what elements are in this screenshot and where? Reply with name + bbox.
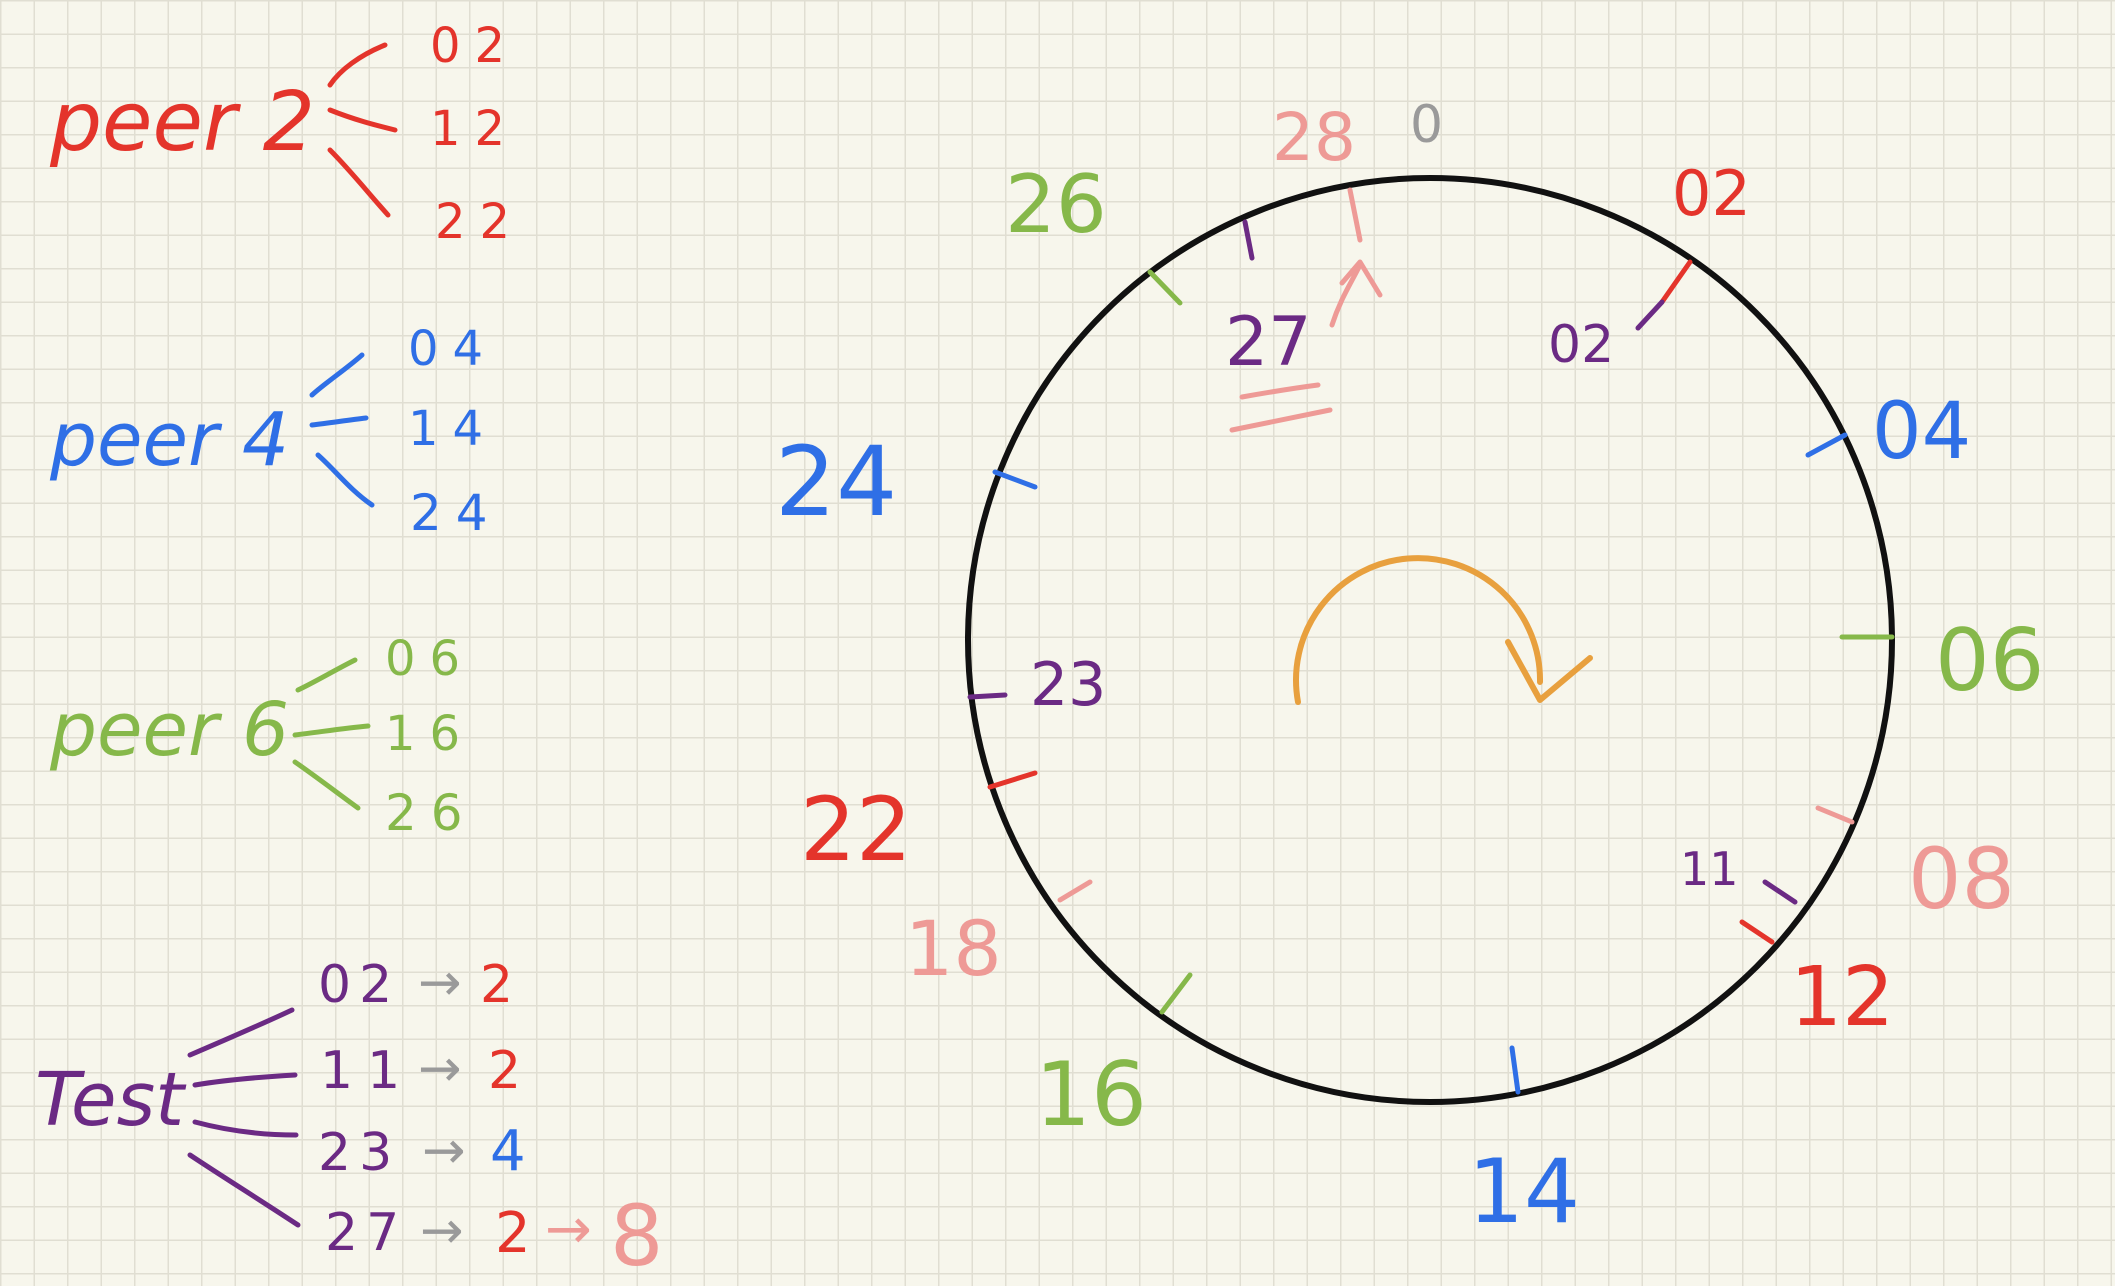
peer-4-brace <box>309 352 375 508</box>
test-group: Test 02 → 2 11 → 2 23 → 4 27 → 2 → 8 <box>35 953 663 1285</box>
tick-12 <box>1739 919 1775 945</box>
diagram-canvas: peer 2 02 12 22 peer 4 04 14 24 peer 6 0… <box>35 18 2044 1285</box>
tick-23 <box>967 692 1008 700</box>
ring-test-label-11: 11 <box>1680 842 1739 896</box>
test-brace <box>187 1007 301 1228</box>
tick-02-purple <box>1635 299 1665 331</box>
peer-group-6: peer 6 06 16 26 <box>49 631 477 842</box>
ring-label-0: 0 <box>1410 95 1443 155</box>
peer-2-brace <box>327 42 398 218</box>
ring-label-28: 28 <box>1272 99 1356 176</box>
ring-label-22: 22 <box>800 778 912 881</box>
tick-08 <box>1815 805 1855 825</box>
peer-4-key-2: 24 <box>410 484 502 542</box>
ring-label-14: 14 <box>1468 1140 1580 1243</box>
peer-2-key-1: 12 <box>430 101 519 157</box>
test-row-1-arrow: → <box>418 1039 462 1099</box>
ring-ticks <box>967 187 1895 1095</box>
test-row-3-arrow2: → <box>545 1197 592 1262</box>
tick-16 <box>1159 972 1193 1015</box>
ring-test-label-02: 02 <box>1548 315 1614 375</box>
test-row-2-result: 4 <box>490 1119 526 1184</box>
peer-6-key-2: 26 <box>385 784 477 842</box>
tick-26 <box>1147 269 1183 306</box>
ring-label-04: 04 <box>1872 387 1971 477</box>
tick-04 <box>1805 432 1848 458</box>
ring-label-02: 02 <box>1672 157 1751 230</box>
ring-test-label-23: 23 <box>1030 650 1106 720</box>
peer-2-label: peer 2 <box>49 75 315 170</box>
test-row-0-key: 02 <box>318 955 400 1015</box>
clockwise-rotation-arrow <box>1293 555 1544 705</box>
peer-2-key-2: 22 <box>435 194 524 250</box>
tick-14 <box>1509 1045 1521 1095</box>
ring-label-26: 26 <box>1005 158 1107 251</box>
tick-27 <box>1242 219 1255 261</box>
test-row-3-result: 2 <box>495 1201 531 1266</box>
peer-2-key-0: 02 <box>430 18 519 74</box>
test-row-2-key: 23 <box>318 1123 400 1183</box>
tick-18 <box>1057 879 1093 903</box>
test-row-1-key: 11 <box>320 1041 414 1101</box>
peer-group-2: peer 2 02 12 22 <box>49 18 524 250</box>
peer-4-key-1: 14 <box>408 401 497 457</box>
pink-up-arrow <box>1329 259 1383 328</box>
peer-6-key-1: 16 <box>385 706 474 762</box>
tick-22 <box>987 770 1038 790</box>
tick-28 <box>1347 187 1363 243</box>
peer-6-label: peer 6 <box>49 687 289 773</box>
test-row-3-result2: 8 <box>610 1187 663 1285</box>
ring-test-label-27: 27 <box>1225 303 1312 382</box>
test-label: Test <box>35 1057 187 1143</box>
peer-6-key-0: 06 <box>385 631 474 687</box>
ring-label-16: 16 <box>1035 1043 1147 1146</box>
ring-label-08: 08 <box>1908 830 2015 928</box>
tick-02-red <box>1659 259 1693 305</box>
ring-label-18: 18 <box>905 904 1002 993</box>
ring-label-06: 06 <box>1935 611 2044 711</box>
test-row-3-arrow: → <box>420 1201 464 1261</box>
tick-24 <box>992 469 1038 490</box>
peer-4-key-0: 04 <box>408 321 497 377</box>
tick-11 <box>1762 879 1798 905</box>
peer-4-label: peer 4 <box>49 397 289 483</box>
test-row-0-result: 2 <box>480 955 513 1015</box>
test-row-3-key: 27 <box>325 1203 407 1263</box>
hash-ring: 0 02 04 06 08 12 14 16 18 22 24 26 28 02… <box>775 95 2044 1243</box>
ring-label-12: 12 <box>1790 950 1894 1045</box>
ring-label-24: 24 <box>775 426 897 538</box>
test-row-2-arrow: → <box>422 1121 466 1181</box>
pink-double-underline <box>1229 382 1333 433</box>
rotation-arrowhead <box>1505 639 1593 703</box>
ring-circle <box>965 175 1895 1105</box>
test-row-0-arrow: → <box>418 953 462 1013</box>
peer-group-4: peer 4 04 14 24 <box>49 321 502 542</box>
peer-6-brace <box>292 657 371 811</box>
test-row-1-result: 2 <box>488 1041 521 1101</box>
